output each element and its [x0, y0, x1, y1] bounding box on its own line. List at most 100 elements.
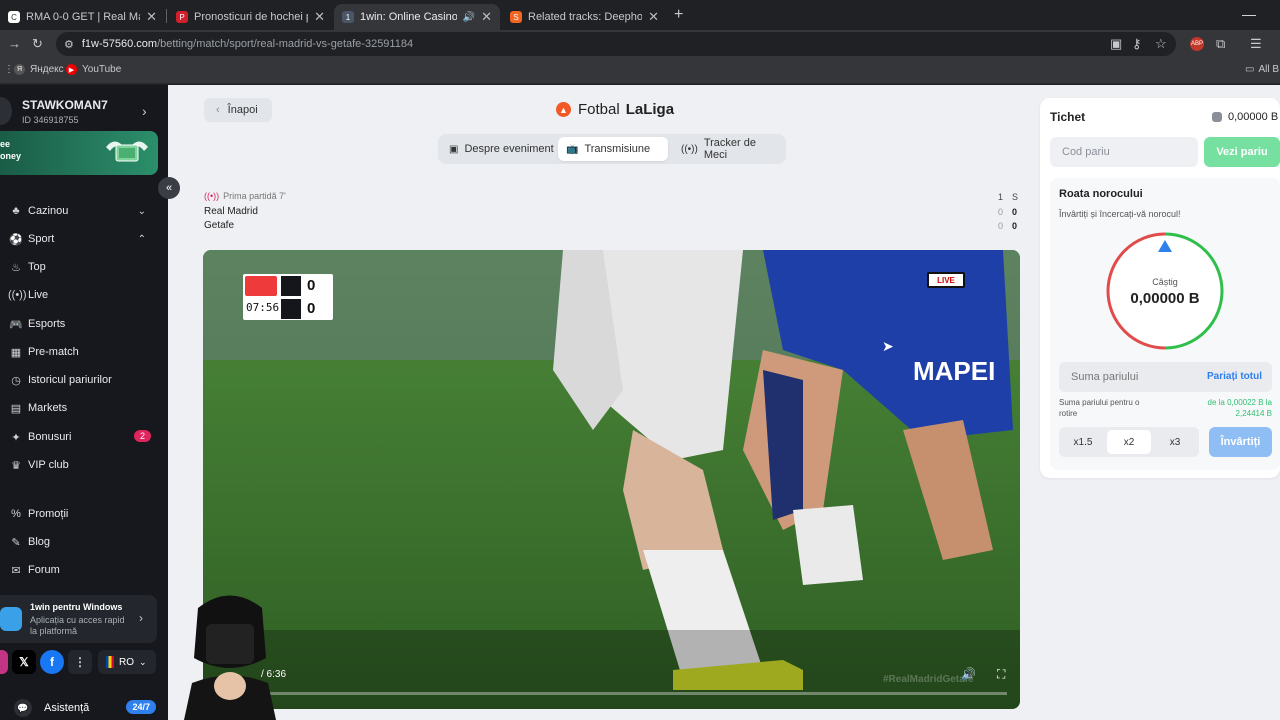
crown-icon: ♛: [11, 459, 21, 472]
bet-all-button[interactable]: Pariați totul: [1207, 371, 1262, 382]
multiplier-x3[interactable]: x3: [1153, 430, 1197, 454]
sidebar-item-live[interactable]: ((•)) Live: [0, 283, 168, 307]
bet-code-input[interactable]: [1050, 137, 1198, 167]
sidebar-item-label: Live: [28, 289, 49, 301]
page-title: ▲ Fotbal LaLiga: [556, 101, 674, 118]
promo-icon: %: [11, 508, 21, 520]
video-player[interactable]: MAPEI 0 0 07:56 LIVE #RealMadridGetafe /…: [203, 250, 1020, 709]
home-goals: 0: [307, 277, 316, 294]
video-progress-bar[interactable]: [259, 692, 1007, 695]
reload-icon[interactable]: ↻: [32, 36, 43, 52]
sidebar-item-vip[interactable]: ♛ VIP club: [0, 453, 168, 477]
sidebar-item-bonusuri[interactable]: ✦ Bonusuri 2: [0, 425, 168, 449]
browser-tab-4[interactable]: S Related tracks: Deephouseit Ta... ✕: [502, 4, 667, 30]
language-select[interactable]: RO ⌄: [98, 650, 156, 674]
close-icon[interactable]: ✕: [481, 9, 492, 25]
windows-app-card[interactable]: 1win pentru Windows Aplicația cu acces r…: [0, 595, 157, 643]
tab-label: Tracker de Meci: [703, 137, 756, 161]
volume-icon[interactable]: 🔊: [961, 667, 976, 681]
money-wings-icon: [106, 141, 148, 162]
minimize-icon[interactable]: —: [1242, 6, 1256, 22]
view-bet-button[interactable]: Vezi pariu: [1204, 137, 1280, 167]
svg-text:MAPEI: MAPEI: [913, 356, 995, 386]
chevron-right-icon[interactable]: ›: [142, 103, 147, 119]
close-icon[interactable]: ✕: [648, 9, 659, 25]
tab-despre-eveniment[interactable]: ▣ Despre eveniment: [441, 137, 562, 161]
bet-note: Suma pariului pentru o rotire: [1059, 398, 1140, 418]
sidebar-item-history[interactable]: ◷ Istoricul pariurilor: [0, 368, 168, 392]
promo-text: ee oney: [0, 139, 22, 161]
tab-label: Transmisiune: [584, 143, 651, 155]
browser-tab-3[interactable]: 1 1win: Online Casino & Spor... 🔊 ✕: [334, 4, 500, 30]
sidebar-item-cazinou[interactable]: ♣ Cazinou ⌄: [0, 199, 168, 223]
ticket-balance: 0,00000 B: [1212, 111, 1278, 123]
more-icon[interactable]: ⋮: [68, 650, 92, 674]
sidebar-item-label: Promoții: [28, 508, 69, 520]
close-icon[interactable]: ✕: [314, 9, 325, 25]
facebook-icon[interactable]: f: [40, 650, 64, 674]
back-button[interactable]: ‹ Înapoi: [204, 98, 272, 122]
league-name: LaLiga: [625, 101, 675, 118]
main-content: ‹ Înapoi ▲ Fotbal LaLiga ▣ Despre evenim…: [168, 85, 1280, 720]
browser-tab-1[interactable]: C RMA 0-0 GET | Real Madrid v G... ✕: [0, 4, 165, 30]
live-icon: ((•)): [8, 289, 27, 301]
new-tab-button[interactable]: +: [674, 6, 683, 24]
broadcast-watermark: #RealMadridGetafe: [883, 674, 974, 685]
tab-transmisiune[interactable]: 📺 Transmisiune: [558, 137, 668, 161]
sidebar-item-forum[interactable]: ✉ Forum: [0, 558, 168, 582]
win-label: Câștig: [1152, 277, 1178, 287]
speaker-icon[interactable]: 🔊: [463, 12, 475, 23]
support-button[interactable]: 💬 Asistență 24/7: [0, 695, 168, 720]
cast-icon[interactable]: ▣: [1110, 36, 1122, 52]
free-money-banner[interactable]: ee oney: [0, 131, 158, 175]
tab-tracker[interactable]: ((•)) Tracker de Meci: [673, 137, 786, 161]
user-name[interactable]: STAWKOMAN7: [22, 98, 108, 112]
sidebar-item-top[interactable]: ♨ Top: [0, 255, 168, 279]
away-crest-icon: [281, 299, 301, 319]
instagram-icon[interactable]: [0, 650, 8, 674]
all-bookmarks[interactable]: ▭ All B: [1245, 64, 1279, 75]
avatar[interactable]: [0, 97, 12, 125]
collapse-sidebar-button[interactable]: «: [158, 177, 180, 199]
home-crest-icon: [281, 276, 301, 296]
menu-icon[interactable]: ☰: [1250, 36, 1262, 52]
adblock-icon[interactable]: ABP: [1190, 37, 1204, 51]
sidebar-item-promotii[interactable]: % Promoții: [0, 502, 168, 526]
tab-favicon-icon: S: [510, 11, 522, 23]
chevron-down-icon: ⌄: [139, 656, 147, 667]
blog-icon: ✎: [11, 536, 21, 549]
multiplier-x2[interactable]: x2: [1107, 430, 1151, 454]
extensions-icon[interactable]: ⧉: [1216, 36, 1225, 52]
x-twitter-icon[interactable]: 𝕏: [12, 650, 36, 674]
url-text: f1w-57560.com/betting/match/sport/real-m…: [81, 38, 414, 50]
tab-label: 1win: Online Casino & Spor...: [360, 11, 457, 23]
sidebar-item-blog[interactable]: ✎ Blog: [0, 530, 168, 554]
spin-button[interactable]: Învârtiți: [1209, 427, 1272, 457]
sidebar-item-label: Esports: [28, 318, 66, 330]
sidebar-item-pre-match[interactable]: ▦ Pre-match: [0, 340, 168, 364]
sidebar-item-esports[interactable]: 🎮 Esports: [0, 312, 168, 336]
fullscreen-icon[interactable]: ⛶: [997, 667, 1005, 682]
key-icon[interactable]: ⚷: [1132, 36, 1142, 52]
casino-icon: ♣: [12, 205, 20, 217]
bonus-count-badge: 2: [133, 430, 151, 442]
bookmark-yandex[interactable]: Я Яндекс: [14, 64, 64, 75]
sidebar-item-sport[interactable]: ⚽ Sport ⌃: [0, 227, 168, 251]
tab-favicon-icon: C: [8, 11, 20, 23]
close-icon[interactable]: ✕: [146, 9, 157, 25]
star-icon[interactable]: ☆: [1155, 36, 1167, 52]
live-icon: ((•)): [204, 191, 220, 201]
bet-amount-field[interactable]: Suma pariului Pariați totul: [1059, 362, 1272, 392]
forward-icon[interactable]: →: [8, 36, 21, 52]
apps-icon[interactable]: ⋮: [4, 64, 14, 75]
tab-label: Related tracks: Deephouseit Ta...: [528, 11, 643, 23]
browser-tab-2[interactable]: P Pronosticuri de hochei pentru S... ✕: [168, 4, 333, 30]
address-bar[interactable]: ⚙ f1w-57560.com/betting/match/sport/real…: [56, 32, 1176, 56]
ticket-title: Tichet: [1050, 110, 1086, 124]
sidebar-item-label: Bonusuri: [28, 431, 72, 443]
multiplier-x1-5[interactable]: x1.5: [1061, 430, 1105, 454]
bookmark-youtube[interactable]: ▶ YouTube: [66, 64, 121, 75]
site-info-icon[interactable]: ⚙: [64, 38, 74, 51]
sidebar-item-markets[interactable]: ▤ Markets: [0, 396, 168, 420]
tv-scorebug: 0 0 07:56: [243, 274, 333, 320]
